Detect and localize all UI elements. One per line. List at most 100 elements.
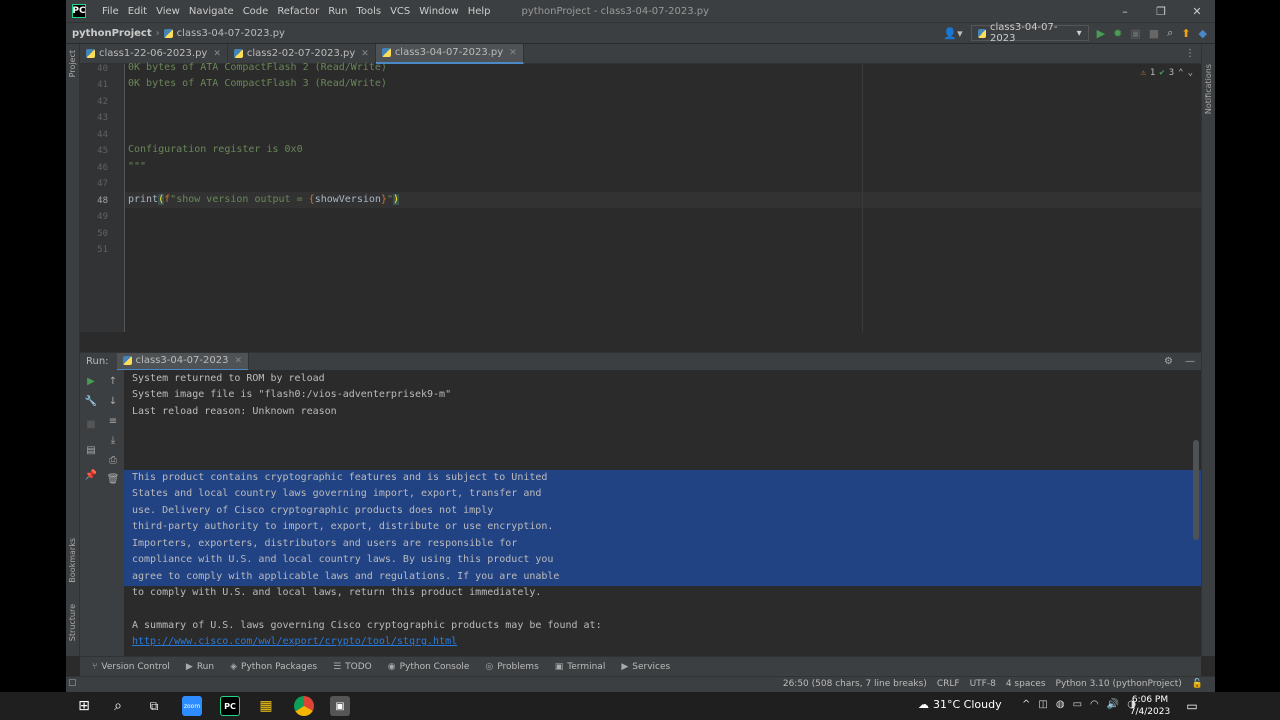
tab-services[interactable]: ▶ Services (621, 662, 670, 672)
chevron-up-icon[interactable]: ^ (1022, 699, 1030, 710)
chevron-up-icon[interactable]: ⌃ (1178, 68, 1183, 78)
scroll-down-icon[interactable]: ↓ (106, 394, 120, 408)
menu-window[interactable]: Window (419, 6, 458, 17)
more-options-icon[interactable]: ⋮ (1185, 48, 1195, 59)
menu-code[interactable]: Code (243, 6, 269, 17)
close-tab-icon[interactable]: ✕ (234, 356, 242, 366)
tab-problems[interactable]: ◎ Problems (485, 662, 538, 672)
trash-icon[interactable]: 🗑 (106, 472, 120, 486)
clock[interactable]: 6:06 PM 7/4/2023 (1128, 694, 1172, 718)
tab-class1[interactable]: class1-22-06-2023.py ✕ (80, 43, 228, 64)
warning-count: 1 (1149, 68, 1156, 78)
user-icon[interactable]: 👤▾ (943, 27, 962, 40)
scroll-up-icon[interactable]: ↑ (106, 374, 120, 388)
bookmarks-tool-label[interactable]: Bookmarks (68, 538, 77, 583)
toggle-tool-windows-icon[interactable]: ▢ (68, 678, 77, 688)
tab-run[interactable]: ▶ Run (186, 662, 214, 672)
notification-center-icon[interactable]: ▭ (1182, 696, 1202, 716)
windows-start-icon[interactable]: ⊞ (74, 696, 94, 716)
project-tool-label[interactable]: Project (68, 50, 77, 77)
tab-class3[interactable]: class3-04-07-2023.py ✕ (375, 43, 524, 64)
chrome-icon[interactable] (294, 696, 314, 716)
tab-version-control[interactable]: ⑂ Version Control (92, 662, 170, 672)
search-icon[interactable]: ⌕ (108, 696, 128, 716)
battery-icon[interactable]: ▭ (1073, 699, 1082, 710)
soft-wrap-icon[interactable]: ≡ (106, 414, 120, 428)
tab-label: TODO (345, 661, 372, 672)
run-tab[interactable]: class3-04-07-2023 ✕ (116, 352, 250, 371)
python-interpreter[interactable]: Python 3.10 (pythonProject) (1056, 679, 1182, 689)
chevron-down-icon[interactable]: ⌄ (1188, 68, 1193, 78)
cisco-link[interactable]: http://www.cisco.com/wwl/export/crypto/t… (132, 634, 457, 650)
stop-icon[interactable]: ■ (84, 417, 98, 431)
volume-icon[interactable]: 🔊 (1107, 699, 1119, 710)
console-scrollbar[interactable] (1193, 440, 1199, 540)
caret-position[interactable]: 26:50 (508 chars, 7 line breaks) (783, 679, 927, 689)
menu-help[interactable]: Help (468, 6, 491, 17)
menu-vcs[interactable]: VCS (390, 6, 410, 17)
console-line: third-party authority to import, export,… (132, 521, 554, 532)
pin-icon[interactable]: 📌 (84, 468, 98, 482)
run-icon[interactable]: ▶ (1097, 27, 1105, 40)
system-tray: ^ ◫ ◍ ▭ ◠ 🔊 ◑ (1022, 699, 1136, 710)
inspection-widget[interactable]: ⚠ 1 ✔ 3 ⌃ ⌄ (1140, 68, 1193, 78)
tab-python-packages[interactable]: ◈ Python Packages (230, 662, 317, 672)
jetbrains-icon[interactable]: ◆ (1199, 27, 1207, 40)
close-tab-icon[interactable]: ✕ (361, 49, 369, 59)
menu-run[interactable]: Run (328, 6, 347, 17)
gear-icon[interactable]: ⚙ (1164, 356, 1173, 367)
update-icon[interactable]: ⬆ (1181, 27, 1190, 40)
tab-python-console[interactable]: ◉ Python Console (388, 662, 470, 672)
tab-todo[interactable]: ☰ TODO (333, 662, 372, 672)
pycharm-app-icon[interactable]: PC (220, 696, 240, 716)
menu-refactor[interactable]: Refactor (277, 6, 319, 17)
search-icon[interactable]: ⌕ (1167, 26, 1173, 40)
console-line: A summary of U.S. laws governing Cisco c… (132, 620, 602, 631)
layout-icon[interactable]: ▤ (84, 443, 98, 457)
file-encoding[interactable]: UTF-8 (970, 679, 996, 689)
code-token: print (128, 194, 159, 205)
menu-file[interactable]: File (102, 6, 119, 17)
tab-class2[interactable]: class2-02-07-2023.py ✕ (228, 43, 376, 64)
tab-terminal[interactable]: ▣ Terminal (555, 662, 606, 672)
task-view-icon[interactable]: ⧉ (144, 696, 164, 716)
structure-tool-label[interactable]: Structure (68, 604, 77, 641)
menu-navigate[interactable]: Navigate (189, 6, 234, 17)
file-explorer-icon[interactable]: ▦ (256, 696, 276, 716)
debug-icon[interactable]: ✹ (1113, 27, 1122, 40)
shield-icon[interactable]: ◍ (1056, 699, 1065, 710)
menu-view[interactable]: View (156, 6, 180, 17)
close-tab-icon[interactable]: ✕ (213, 49, 221, 59)
breadcrumb-file[interactable]: class3-04-07-2023.py (177, 28, 285, 39)
lock-icon[interactable]: 🔓 (1192, 679, 1203, 689)
minimize-icon[interactable]: – (1107, 0, 1143, 22)
scroll-to-end-icon[interactable]: ⤓ (106, 433, 120, 447)
code-line: Configuration register is 0x0 (128, 144, 303, 155)
meet-icon[interactable]: ◫ (1038, 699, 1047, 710)
run-config-select[interactable]: class3-04-07-2023 ▾ (970, 22, 1089, 44)
restore-icon[interactable]: ❐ (1143, 0, 1179, 22)
coverage-icon[interactable]: ▣ (1130, 27, 1140, 40)
breadcrumb-project[interactable]: pythonProject (72, 28, 152, 39)
rerun-icon[interactable]: ▶ (84, 374, 98, 388)
close-tab-icon[interactable]: ✕ (509, 48, 517, 58)
run-console[interactable]: System returned to ROM by reload System … (124, 370, 1201, 656)
zoom-app-icon[interactable]: zoom (182, 696, 202, 716)
line-number: 48 (97, 196, 108, 206)
notifications-tool-label[interactable]: Notifications (1204, 64, 1213, 114)
run-config-label: class3-04-07-2023 (990, 22, 1058, 44)
app-window-icon[interactable]: ▣ (330, 696, 350, 716)
line-separator[interactable]: CRLF (937, 679, 960, 689)
print-icon[interactable]: ⎙ (106, 453, 120, 467)
indent-setting[interactable]: 4 spaces (1006, 679, 1046, 689)
stop-icon[interactable]: ■ (1149, 27, 1159, 40)
weather-widget[interactable]: ☁ 31°C Cloudy (918, 698, 1002, 711)
wifi-icon[interactable]: ◠ (1090, 699, 1099, 710)
hide-icon[interactable]: — (1185, 356, 1195, 367)
menu-edit[interactable]: Edit (128, 6, 147, 17)
menu-tools[interactable]: Tools (356, 6, 381, 17)
check-icon: ✔ (1159, 68, 1165, 78)
code-editor[interactable]: 40 41 42 43 44 45 46 47 48 49 50 51 0K b… (80, 62, 1201, 332)
wrench-icon[interactable]: 🔧 (84, 394, 98, 408)
close-icon[interactable]: ✕ (1179, 0, 1215, 22)
